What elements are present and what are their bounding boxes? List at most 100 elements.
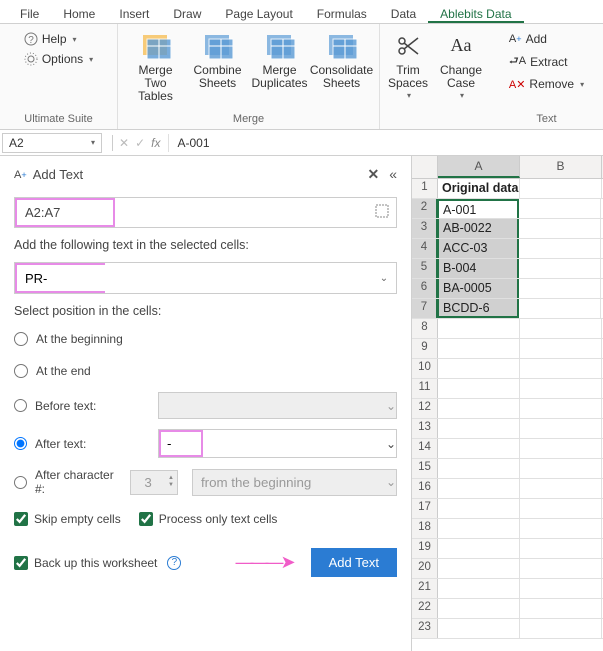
chk-text-only-input[interactable] — [139, 512, 153, 526]
row-header[interactable]: 7 — [412, 299, 438, 318]
cell[interactable] — [520, 619, 602, 638]
row-header[interactable]: 22 — [412, 599, 438, 618]
row-header[interactable]: 6 — [412, 279, 438, 298]
radio-before-text[interactable] — [14, 399, 27, 412]
chk-text-only[interactable]: Process only text cells — [139, 512, 278, 526]
chk-skip-empty-input[interactable] — [14, 512, 28, 526]
remove-button[interactable]: A✕ Remove▾ — [503, 75, 590, 93]
chk-backup[interactable]: Back up this worksheet ? — [14, 556, 181, 570]
radio-end[interactable] — [14, 364, 28, 378]
cell[interactable] — [438, 479, 520, 498]
tab-file[interactable]: File — [8, 4, 51, 23]
row-header[interactable]: 13 — [412, 419, 438, 438]
cell[interactable] — [438, 339, 520, 358]
cell[interactable] — [519, 259, 601, 278]
tab-ablebits-data[interactable]: Ablebits Data — [428, 4, 523, 23]
cell[interactable] — [520, 559, 602, 578]
cell[interactable] — [438, 419, 520, 438]
cell[interactable] — [520, 539, 602, 558]
chevron-down-icon[interactable]: ⌄ — [386, 475, 396, 489]
add-text-button[interactable]: Add Text — [311, 548, 397, 577]
cell[interactable] — [520, 599, 602, 618]
cell[interactable] — [438, 359, 520, 378]
consolidate-sheets-button[interactable]: Consolidate Sheets — [312, 28, 372, 92]
row-header[interactable]: 3 — [412, 219, 438, 238]
cell[interactable] — [438, 619, 520, 638]
select-all-corner[interactable] — [412, 156, 438, 178]
cell[interactable] — [519, 299, 601, 318]
tab-formulas[interactable]: Formulas — [305, 4, 379, 23]
row-header[interactable]: 16 — [412, 479, 438, 498]
cell[interactable] — [520, 479, 602, 498]
merge-duplicates-button[interactable]: Merge Duplicates — [250, 28, 310, 92]
cell[interactable] — [438, 579, 520, 598]
tab-data[interactable]: Data — [379, 4, 428, 23]
row-header[interactable]: 9 — [412, 339, 438, 358]
row-header[interactable]: 14 — [412, 439, 438, 458]
row-header[interactable]: 11 — [412, 379, 438, 398]
cell[interactable] — [520, 339, 602, 358]
col-header-b[interactable]: B — [520, 156, 602, 178]
chk-skip-empty[interactable]: Skip empty cells — [14, 512, 121, 526]
cell[interactable] — [519, 279, 601, 298]
row-header[interactable]: 4 — [412, 239, 438, 258]
cell[interactable] — [520, 399, 602, 418]
cell[interactable] — [438, 459, 520, 478]
chevron-down-icon[interactable]: ⌄ — [386, 437, 396, 451]
row-header[interactable]: 15 — [412, 459, 438, 478]
row-header[interactable]: 8 — [412, 319, 438, 338]
chevron-down-icon[interactable]: ▾ — [91, 138, 95, 147]
row-header[interactable]: 17 — [412, 499, 438, 518]
chk-backup-input[interactable] — [14, 556, 28, 570]
row-header[interactable]: 18 — [412, 519, 438, 538]
accept-formula-icon[interactable]: ✓ — [135, 136, 145, 150]
cell[interactable] — [520, 379, 602, 398]
cell[interactable] — [520, 459, 602, 478]
cell[interactable]: AB-0022 — [437, 219, 519, 238]
cell[interactable] — [520, 359, 602, 378]
cell[interactable] — [438, 379, 520, 398]
extract-button[interactable]: ⮐A Extract — [503, 50, 590, 73]
combine-sheets-button[interactable]: Combine Sheets — [188, 28, 248, 92]
range-picker-icon[interactable] — [368, 203, 396, 222]
cell[interactable] — [438, 599, 520, 618]
after-text-input[interactable] — [161, 432, 201, 455]
help-button[interactable]: ? Help▾ — [18, 30, 99, 48]
cancel-formula-icon[interactable]: ✕ — [119, 136, 129, 150]
cell[interactable] — [519, 199, 601, 218]
chevron-down-icon[interactable]: ⌄ — [386, 399, 396, 413]
cell[interactable]: B-004 — [437, 259, 519, 278]
row-header[interactable]: 2 — [412, 199, 438, 218]
trim-spaces-button[interactable]: Trim Spaces▾ — [383, 28, 433, 103]
row-header[interactable]: 21 — [412, 579, 438, 598]
spinner-icon[interactable]: ▲▼ — [165, 475, 177, 489]
close-icon[interactable]: ✕ — [367, 166, 379, 183]
name-box[interactable]: A2 ▾ — [2, 133, 102, 153]
cell[interactable] — [520, 419, 602, 438]
options-button[interactable]: Options▾ — [18, 50, 99, 68]
range-input[interactable]: A2:A7 — [15, 198, 115, 227]
formula-input[interactable]: A-001 — [168, 134, 603, 152]
chevron-down-icon[interactable]: ⌄ — [372, 273, 396, 284]
cell[interactable] — [520, 499, 602, 518]
cell[interactable] — [438, 519, 520, 538]
radio-after-char[interactable] — [14, 476, 27, 489]
cell[interactable] — [519, 239, 601, 258]
add-text-ribbon-button[interactable]: A+ Add — [503, 30, 590, 48]
radio-after-text[interactable] — [14, 437, 27, 450]
cell[interactable] — [520, 519, 602, 538]
tab-draw[interactable]: Draw — [161, 4, 213, 23]
expand-icon[interactable]: « — [389, 166, 397, 183]
change-case-button[interactable]: Aa Change Case▾ — [435, 28, 487, 103]
merge-two-tables-button[interactable]: Merge Two Tables — [126, 28, 186, 106]
cell[interactable] — [519, 219, 601, 238]
cell[interactable] — [438, 559, 520, 578]
text-to-add-input[interactable] — [17, 265, 105, 291]
tab-home[interactable]: Home — [51, 4, 107, 23]
col-header-a[interactable]: A — [438, 156, 520, 178]
cell[interactable]: BCDD-6 — [437, 299, 519, 318]
tab-insert[interactable]: Insert — [107, 4, 161, 23]
row-header[interactable]: 10 — [412, 359, 438, 378]
cell[interactable]: BA-0005 — [437, 279, 519, 298]
row-header[interactable]: 12 — [412, 399, 438, 418]
